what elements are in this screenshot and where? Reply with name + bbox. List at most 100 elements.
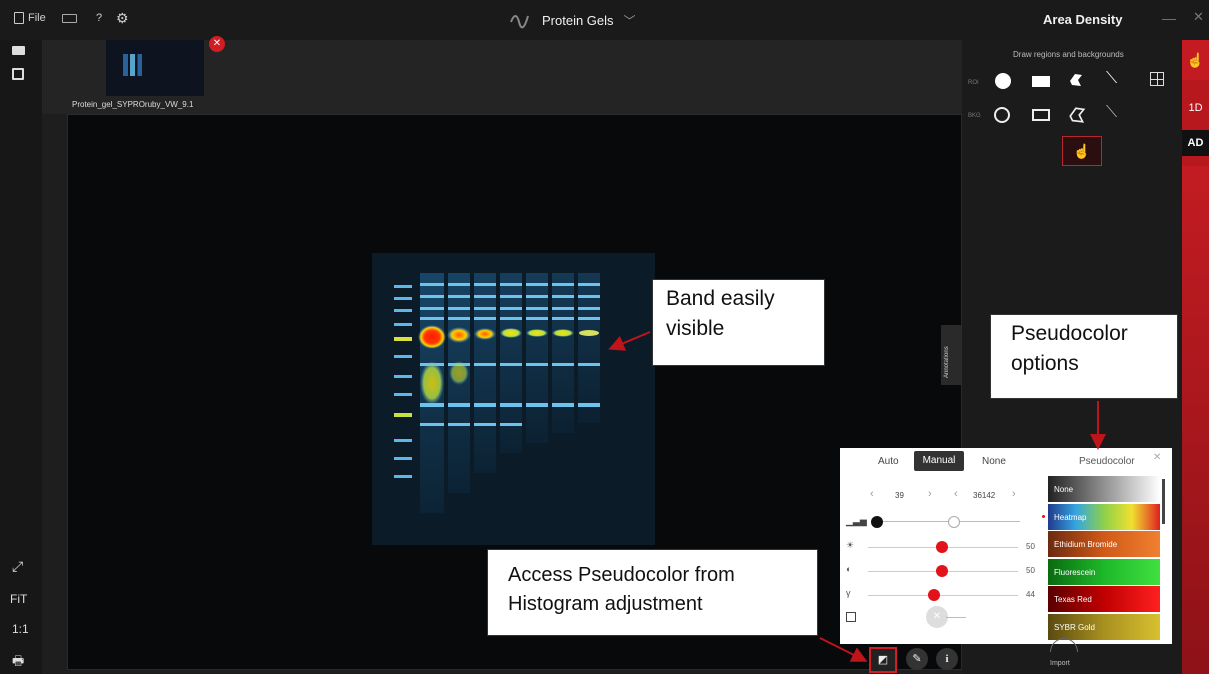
info-button[interactable]: i [936, 648, 958, 670]
hand-tool-button[interactable]: ☝ [1062, 136, 1102, 166]
bkg-polygon-icon[interactable] [1068, 106, 1086, 124]
folder-icon[interactable] [12, 46, 25, 55]
roi-label: ROI [968, 80, 979, 86]
remove-thumbnail-button[interactable]: ✕ [209, 36, 225, 52]
app-selector[interactable]: Protein Gels ﹀ [508, 8, 636, 32]
histogram-max-handle[interactable] [948, 516, 960, 528]
min-value: 39 [895, 491, 904, 500]
bkg-rectangle-icon[interactable] [1032, 109, 1050, 121]
gamma-handle[interactable] [928, 589, 940, 601]
thumbnail-preview [123, 54, 147, 76]
min-decrease-button[interactable]: ‹ [870, 488, 874, 500]
title-bar: File ? ⚙ Protein Gels ﹀ Area Density — ✕ [0, 0, 1209, 40]
close-button[interactable]: ✕ [1193, 9, 1204, 25]
keyboard-icon[interactable] [62, 14, 77, 23]
help-button[interactable]: ? [96, 12, 102, 24]
tab-manual[interactable]: Manual [914, 451, 964, 471]
minimize-button[interactable]: — [1162, 10, 1176, 26]
histogram-panel: Auto Manual None ‹ 39 › ‹ 36142 › ▁▃▅ ☀ … [840, 448, 1172, 644]
roi-circle-icon[interactable] [995, 73, 1011, 89]
pseudocolor-option-label: SYBR Gold [1054, 622, 1095, 632]
mode-title: Area Density [1043, 12, 1123, 27]
pseudocolor-option[interactable]: None [1048, 476, 1160, 502]
app-window: File ? ⚙ Protein Gels ﹀ Area Density — ✕… [0, 0, 1209, 674]
roi-rectangle-icon[interactable] [1032, 76, 1050, 87]
panel-header: Draw regions and backgrounds [1013, 50, 1124, 59]
min-increase-button[interactable]: › [928, 488, 932, 500]
contrast-slider[interactable]: ◐ 50 [840, 564, 1045, 580]
brightness-handle[interactable] [936, 541, 948, 553]
save-icon[interactable] [12, 68, 24, 80]
pseudocolor-option-label: Heatmap [1054, 512, 1087, 522]
tab-auto[interactable]: Auto [878, 456, 899, 467]
histogram-min-handle[interactable] [871, 516, 883, 528]
pen-icon[interactable]: ✎ [906, 648, 928, 670]
image-thumbnail[interactable]: ✕ [106, 36, 225, 96]
contrast-value: 50 [1026, 566, 1035, 575]
callout-pseudocolor: Pseudocolor options [990, 314, 1178, 399]
file-menu-label: File [28, 12, 46, 24]
pseudocolor-option-label: Texas Red [1054, 595, 1092, 604]
thumbnail-strip: ✕ Protein_gel_SYPROruby_VW_9.1 [42, 36, 962, 114]
tab-1d[interactable]: 1D [1182, 96, 1209, 120]
print-icon[interactable]: 🖶 [12, 652, 24, 674]
app-logo-icon [510, 15, 529, 29]
roi-magic-wand-icon[interactable]: ⟍ [1106, 70, 1117, 88]
pseudocolor-panel: Pseudocolor ✕ None Heatmap Ethidium Bromid… [1042, 448, 1172, 644]
invert-toggle-track [946, 617, 966, 618]
contrast-handle[interactable] [936, 565, 948, 577]
gamma-value: 44 [1026, 590, 1035, 599]
max-value: 36142 [973, 491, 996, 500]
app-title: Protein Gels [542, 12, 614, 28]
gamma-icon: γ [846, 588, 851, 598]
scrollbar[interactable] [1162, 479, 1165, 524]
pseudocolor-option[interactable]: Ethidium Bromide [1048, 531, 1160, 557]
histogram-adjustment-button[interactable]: ◩ [869, 647, 897, 673]
invert-icon [846, 612, 856, 622]
brightness-slider[interactable]: ☀ 50 [840, 540, 1045, 556]
histogram-adjust-icon: ◩ [877, 654, 889, 666]
invert-toggle[interactable]: ✕ [926, 606, 948, 628]
gel-image[interactable] [372, 253, 655, 545]
callout-band: Band easily visible [652, 279, 825, 366]
gamma-track [868, 595, 1018, 596]
pseudocolor-title: Pseudocolor [1079, 456, 1135, 467]
fit-button[interactable]: FiT [10, 592, 27, 606]
pseudocolor-option[interactable]: SYBR Gold [1048, 613, 1160, 640]
pseudocolor-option[interactable]: Heatmap [1042, 503, 1160, 530]
gear-icon[interactable]: ⚙ [116, 10, 129, 27]
expand-icon[interactable]: ⤢ [12, 558, 23, 575]
pseudocolor-option[interactable]: Fluorescein [1048, 558, 1160, 585]
mode-bar: ☝ 1D AD [1182, 40, 1209, 674]
touch-icon[interactable]: ☝ [1182, 40, 1209, 80]
selected-indicator [1042, 514, 1045, 518]
max-decrease-button[interactable]: ‹ [954, 488, 958, 500]
import-label: Import [1050, 660, 1070, 667]
mode-bar-fill [1182, 166, 1209, 674]
bkg-magic-wand-icon[interactable]: ⟍ [1106, 104, 1117, 122]
annotations-tab-label: Annotations [944, 346, 950, 378]
close-icon[interactable]: ✕ [1153, 452, 1161, 463]
pseudocolor-option-label: Fluorescein [1054, 567, 1096, 577]
roi-polygon-icon[interactable] [1068, 72, 1084, 88]
document-icon [14, 12, 24, 24]
pseudocolor-option[interactable]: Texas Red [1048, 586, 1160, 612]
file-menu[interactable]: File [14, 12, 46, 24]
contrast-icon: ◐ [846, 564, 852, 574]
histogram-icon: ▁▃▅ [846, 516, 867, 526]
gamma-slider[interactable]: γ 44 [840, 588, 1045, 604]
callout-access: Access Pseudocolor from Histogram adjust… [487, 549, 818, 636]
gel-bands-graphic [372, 253, 655, 545]
pseudocolor-option-label: Ethidium Bromide [1054, 540, 1118, 549]
tab-none[interactable]: None [982, 456, 1006, 467]
thumbnail-filename: Protein_gel_SYPROruby_VW_9.1 [72, 100, 194, 109]
grid-icon[interactable] [1150, 72, 1164, 86]
bkg-circle-icon[interactable] [994, 107, 1010, 123]
brightness-icon: ☀ [846, 540, 855, 550]
bkg-label: BKG [968, 113, 981, 119]
one-to-one-button[interactable]: 1:1 [12, 622, 29, 636]
pseudocolor-option-label: None [1054, 485, 1074, 494]
max-increase-button[interactable]: › [1012, 488, 1016, 500]
tab-ad[interactable]: AD [1182, 130, 1209, 156]
hand-icon: ☝ [1073, 143, 1091, 159]
